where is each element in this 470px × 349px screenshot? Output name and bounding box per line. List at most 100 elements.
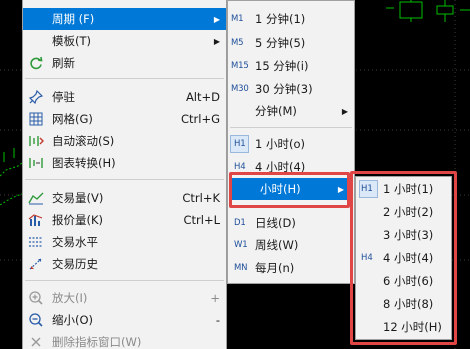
- period-item-m30[interactable]: M30 30 分钟(3): [228, 78, 354, 100]
- period-label: 周线(W): [255, 238, 299, 252]
- hour-label: 1 小时(1): [383, 182, 434, 196]
- period-code: M5: [231, 38, 244, 48]
- menu-item-label: 自动滚动(S): [52, 134, 115, 148]
- period-code: H4: [234, 162, 246, 172]
- period-item-hours-submenu[interactable]: 小时(H) ▶: [232, 178, 350, 200]
- menu-item-shortcut: -: [215, 313, 220, 327]
- period-item-mn[interactable]: MN 每月(n): [228, 257, 354, 279]
- menu-separator: [230, 205, 352, 206]
- period-item-h4[interactable]: H4 4 小时(4): [228, 156, 354, 178]
- menu-item-trade-levels[interactable]: 交易水平: [23, 231, 226, 253]
- period-label: 每月(n): [255, 261, 295, 275]
- menu-item-zoom-out[interactable]: 缩小(O) -: [23, 309, 226, 331]
- refresh-icon: [27, 55, 45, 71]
- trade-levels-icon: [27, 234, 45, 250]
- menu-item-auto-scroll[interactable]: 自动滚动(S): [23, 130, 226, 152]
- hour-label: 2 小时(2): [383, 205, 434, 219]
- zoom-in-icon: [27, 290, 45, 306]
- hour-label: 4 小时(4): [383, 251, 434, 265]
- menu-item-label: 缩小(O): [52, 313, 94, 327]
- period-code: W1: [234, 240, 248, 250]
- hour-label: 8 小时(8): [383, 297, 434, 311]
- menu-item-dock[interactable]: 停驻 Alt+D: [23, 86, 226, 108]
- zoom-out-icon: [27, 312, 45, 328]
- period-item-m15[interactable]: M15 15 分钟(i): [228, 55, 354, 77]
- menu-item-volume[interactable]: 交易量(V) Ctrl+K: [23, 187, 226, 209]
- hour-item-8h[interactable]: 8 小时(8): [356, 293, 451, 315]
- menu-item-trade-history[interactable]: 交易历史: [23, 253, 226, 275]
- period-item-d1[interactable]: D1 日线(D): [228, 212, 354, 234]
- menu-item-shortcut: Alt+D: [185, 90, 220, 104]
- menu-item-shortcut: Ctrl+L: [183, 213, 220, 227]
- menu-item-tick-volume[interactable]: 报价量(K) Ctrl+L: [23, 209, 226, 231]
- menu-item-label: 交易量(V): [52, 191, 104, 205]
- menu-item-refresh[interactable]: 刷新: [23, 52, 226, 74]
- menu-separator: [230, 127, 352, 128]
- menu-item-label: 模板(T): [52, 34, 91, 48]
- submenu-arrow-icon: ▶: [213, 36, 220, 46]
- trade-history-icon: [27, 256, 45, 272]
- menu-item-shortcut: +: [210, 291, 220, 305]
- menu-item-label: 图表转换(H): [52, 156, 116, 170]
- menu-item-period[interactable]: 周期 (F) ▶: [23, 8, 226, 30]
- menu-item-shortcut: Ctrl+K: [182, 191, 220, 205]
- menu-item-label: 刷新: [52, 56, 75, 70]
- hour-label: 3 小时(3): [383, 228, 434, 242]
- menu-item-shortcut: Ctrl+G: [180, 112, 220, 126]
- submenu-arrow-icon: ▶: [213, 14, 220, 24]
- period-label: 分钟(M): [255, 104, 297, 118]
- hour-code: H1: [361, 184, 373, 194]
- menu-item-label: 周期 (F): [52, 12, 95, 26]
- period-item-minutes-submenu[interactable]: 分钟(M) ▶: [228, 100, 354, 122]
- pin-icon: [27, 89, 45, 105]
- menu-item-delete-indicator-window[interactable]: 删除指标窗口(W): [23, 331, 226, 349]
- period-submenu: M1 1 分钟(1) M5 5 分钟(5) M15 15 分钟(i) M30 3…: [227, 0, 355, 284]
- period-item-m5[interactable]: M5 5 分钟(5): [228, 32, 354, 54]
- period-code: M1: [231, 14, 244, 24]
- chart-context-menu: 周期 (F) ▶ 模板(T) ▶ 刷新 停驻 Alt+D 网格(G) Ctrl+…: [22, 0, 227, 349]
- period-label: 1 分钟(1): [255, 12, 306, 26]
- hour-item-2h[interactable]: 2 小时(2): [356, 201, 451, 223]
- menu-item-template[interactable]: 模板(T) ▶: [23, 30, 226, 52]
- period-code: H1: [234, 139, 246, 149]
- hour-item-1h[interactable]: H1 1 小时(1): [356, 178, 451, 200]
- period-item-h1[interactable]: H1 1 小时(o): [228, 133, 354, 155]
- menu-item-label: 网格(G): [52, 112, 93, 126]
- period-label: 5 分钟(5): [255, 36, 306, 50]
- hour-label: 12 小时(H): [383, 320, 442, 334]
- hour-submenu: H1 1 小时(1) 2 小时(2) 3 小时(3) H4 4 小时(4) 6 …: [355, 176, 452, 340]
- menu-separator: [25, 78, 224, 79]
- period-label: 15 分钟(i): [255, 59, 309, 73]
- period-label: 小时(H): [260, 182, 301, 196]
- hour-item-4h[interactable]: H4 4 小时(4): [356, 247, 451, 269]
- period-label: 4 小时(4): [255, 160, 306, 174]
- menu-item-label: 删除指标窗口(W): [52, 335, 142, 349]
- menu-item-zoom-in[interactable]: 放大(I) +: [23, 287, 226, 309]
- period-label: 1 小时(o): [255, 137, 305, 151]
- period-code: M15: [231, 61, 249, 71]
- auto-scroll-icon: [27, 133, 45, 149]
- tick-volume-icon: [27, 212, 45, 228]
- menu-item-label: 交易历史: [52, 257, 98, 271]
- hour-item-3h[interactable]: 3 小时(3): [356, 224, 451, 246]
- hour-item-12h[interactable]: 12 小时(H): [356, 316, 451, 338]
- grid-icon: [27, 111, 45, 127]
- delete-icon: [27, 334, 45, 349]
- menu-item-label: 交易水平: [52, 235, 98, 249]
- menu-separator: [25, 280, 224, 281]
- submenu-arrow-icon: ▶: [337, 184, 344, 194]
- menu-item-grid[interactable]: 网格(G) Ctrl+G: [23, 108, 226, 130]
- menu-item-label: 放大(I): [52, 291, 88, 305]
- menu-item-label: 停驻: [52, 90, 75, 104]
- hour-code: H4: [361, 253, 373, 263]
- period-item-m1[interactable]: M1 1 分钟(1): [228, 8, 354, 30]
- menu-item-chart-shift[interactable]: 图表转换(H): [23, 152, 226, 174]
- period-label: 30 分钟(3): [255, 82, 313, 96]
- hour-item-6h[interactable]: 6 小时(6): [356, 270, 451, 292]
- volume-icon: [27, 190, 45, 206]
- menu-separator: [25, 179, 224, 180]
- hour-label: 6 小时(6): [383, 274, 434, 288]
- menu-item-label: 报价量(K): [52, 213, 104, 227]
- period-item-w1[interactable]: W1 周线(W): [228, 234, 354, 256]
- period-code: D1: [234, 218, 246, 228]
